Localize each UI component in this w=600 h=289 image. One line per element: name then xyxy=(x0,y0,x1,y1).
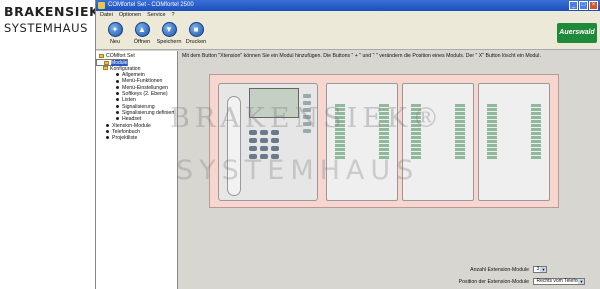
tree-item-module[interactable]: Module xyxy=(96,59,129,67)
bullet-icon xyxy=(116,85,119,89)
auerswald-logo: Auerswald xyxy=(557,23,597,43)
bullet-icon xyxy=(116,104,119,108)
modules-count-row: Anzahl Extension-Module 3 ▼ xyxy=(409,266,548,273)
logo-line-2: SYSTEMHAUS xyxy=(4,21,89,35)
menu-bar: Datei Optionen Service ? xyxy=(96,11,600,20)
brakensiek-logo: BRAKENSIEK® SYSTEMHAUS xyxy=(0,0,105,289)
folder-icon xyxy=(99,53,104,58)
module-position-select[interactable]: Rechts vom Telefon ▼ xyxy=(533,278,586,285)
menu-optionen[interactable]: Optionen xyxy=(119,11,141,20)
print-button[interactable]: ■ Drucken xyxy=(185,22,207,49)
print-icon: ■ xyxy=(188,22,204,37)
save-button[interactable]: ▼ Speichern xyxy=(157,22,181,49)
menu-service[interactable]: Service xyxy=(147,11,165,20)
maximize-button[interactable]: □ xyxy=(579,1,588,10)
xtension-module-3[interactable] xyxy=(478,83,550,201)
folder-icon xyxy=(103,66,108,71)
bullet-icon xyxy=(106,123,109,127)
minimize-button[interactable]: _ xyxy=(569,1,578,10)
module-position-row: Position der Extension-Module Rechts vom… xyxy=(409,278,586,285)
new-icon: ✦ xyxy=(107,22,123,37)
menu-help[interactable]: ? xyxy=(172,11,175,20)
device-canvas xyxy=(209,74,559,208)
watermark-line-1: BRAKENSIEK® xyxy=(170,103,445,134)
new-button[interactable]: ✦ Neu xyxy=(104,22,126,49)
app-window: COMfortel Set - COMfortel 2500 _ □ × Dat… xyxy=(95,0,600,289)
bullet-icon xyxy=(106,136,109,140)
chevron-down-icon: ▼ xyxy=(540,267,547,272)
window-title: COMfortel Set - COMfortel 2500 xyxy=(108,2,194,8)
modules-count-select[interactable]: 3 ▼ xyxy=(533,266,548,273)
open-button[interactable]: ▲ Öffnen xyxy=(131,22,153,49)
bullet-icon xyxy=(116,111,119,115)
chevron-down-icon: ▼ xyxy=(578,279,585,284)
app-icon xyxy=(98,2,105,9)
logo-line-1: BRAKENSIEK® xyxy=(4,4,105,19)
save-icon: ▼ xyxy=(161,22,177,37)
tree-item-projektliste[interactable]: Projektliste xyxy=(96,135,177,141)
bullet-icon xyxy=(106,129,109,133)
module-position-label: Position der Extension-Module xyxy=(458,278,529,285)
info-text: Mit dem Button "Xtension" können Sie ein… xyxy=(182,53,541,59)
bullet-icon xyxy=(116,73,119,77)
toolbar: ✦ Neu ▲ Öffnen ▼ Speichern ■ Drucken Auerswa… xyxy=(96,20,600,50)
title-bar: COMfortel Set - COMfortel 2500 _ □ × xyxy=(96,0,600,11)
navigation-tree[interactable]: COMfort Set Module Konfiguration Allgeme… xyxy=(96,51,178,289)
modules-count-label: Anzahl Extension-Module xyxy=(470,266,529,273)
bullet-icon xyxy=(116,117,119,121)
open-icon: ▲ xyxy=(134,22,150,37)
menu-datei[interactable]: Datei xyxy=(100,11,113,20)
bullet-icon xyxy=(116,92,119,96)
watermark-line-2: SYSTEMHAUS xyxy=(176,155,420,186)
close-button[interactable]: × xyxy=(589,1,598,10)
folder-icon xyxy=(104,60,109,65)
bullet-icon xyxy=(116,79,119,83)
bullet-icon xyxy=(116,98,119,102)
